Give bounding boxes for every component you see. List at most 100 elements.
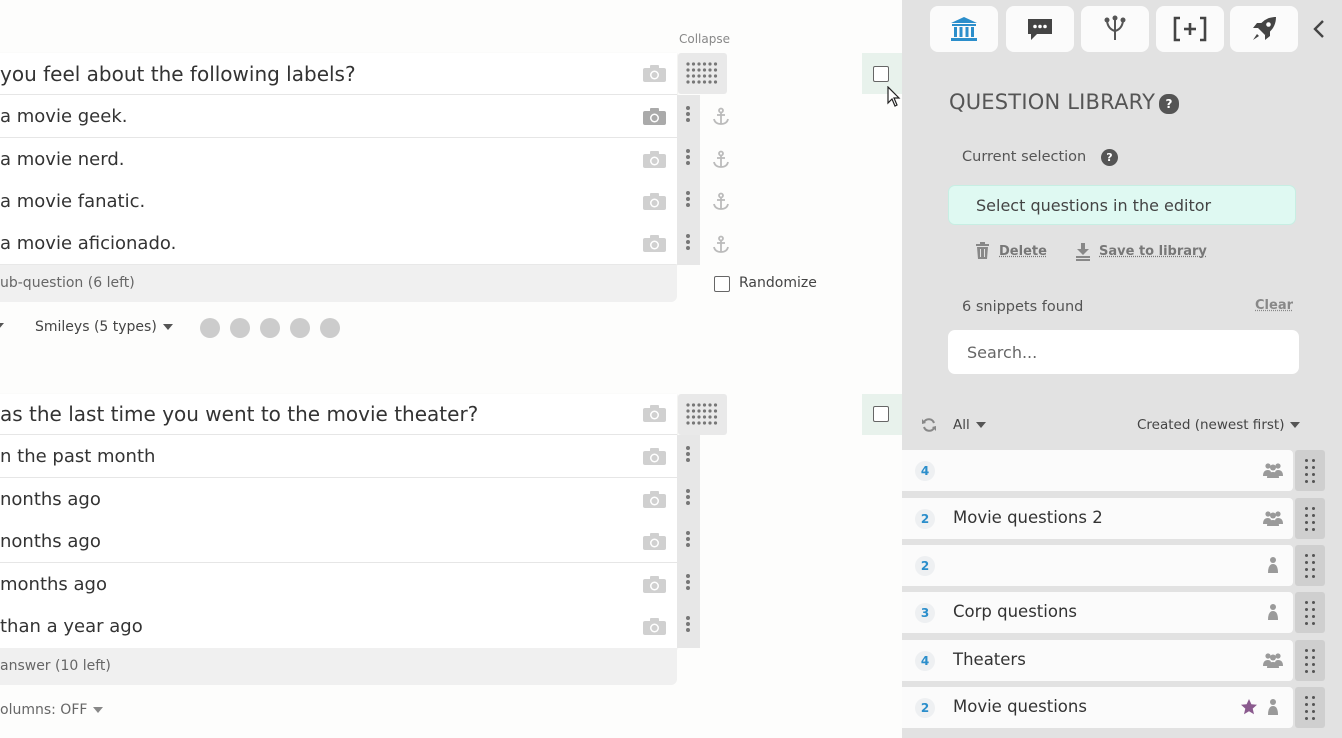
drag-handle-icon[interactable] [1295,450,1325,491]
sort-dropdown[interactable]: Created (newest first) [1137,417,1301,433]
collapse-panel-icon[interactable] [1313,19,1325,39]
drag-handle-icon[interactable] [1295,498,1325,539]
bracket-plus-icon [1173,16,1207,42]
answer-row[interactable]: nonths ago [0,520,677,563]
sub-question-row[interactable]: a movie geek. [0,95,677,138]
tab-piping[interactable] [1156,6,1224,52]
answer-row[interactable]: months ago [0,563,677,606]
sub-question-row[interactable]: a movie nerd. [0,138,677,181]
question-title-row[interactable]: you feel about the following labels? [0,53,677,95]
filter-dropdown[interactable]: All [953,417,986,433]
answer-text[interactable]: than a year ago [0,616,143,637]
question-title[interactable]: as the last time you went to the movie t… [0,402,478,426]
question-select-checkbox[interactable] [873,406,889,422]
snippet-item[interactable]: 3 Corp questions [902,592,1293,633]
camera-icon[interactable] [642,107,667,126]
drag-handle-icon[interactable] [685,487,691,507]
answer-text[interactable]: nonths ago [0,531,101,552]
drag-handle-icon[interactable] [685,147,691,167]
add-sub-question-bar[interactable]: ub-question (6 left) [0,265,677,302]
camera-icon[interactable] [642,575,667,594]
sub-question-text[interactable]: a movie geek. [0,106,127,127]
snippet-item[interactable]: 4 Theaters [902,640,1293,681]
answer-row[interactable]: n the past month [0,435,677,478]
camera-icon[interactable] [642,150,667,169]
question-select-area[interactable] [862,394,902,435]
drag-handle-icon[interactable] [1295,592,1325,633]
tab-library[interactable] [930,6,998,52]
sub-question-text[interactable]: a movie fanatic. [0,191,145,212]
anchor-icon[interactable] [711,235,731,255]
chevron-down-icon [975,422,986,428]
answer-text[interactable]: nonths ago [0,489,101,510]
drag-handle-icon[interactable] [1295,687,1325,728]
question-drag-grid[interactable] [678,394,727,435]
refresh-icon[interactable] [921,417,937,433]
drag-handle-icon[interactable] [685,614,691,634]
save-to-library-button[interactable]: Save to library [1099,244,1207,259]
drag-handle-icon[interactable] [1295,545,1325,586]
drag-handle-icon[interactable] [685,189,691,209]
snippet-item[interactable]: 2 Movie questions [902,687,1293,728]
add-answer-bar[interactable]: answer (10 left) [0,648,677,685]
drag-handle-icon[interactable] [1295,640,1325,681]
help-icon[interactable]: ? [1159,94,1179,114]
grid-dots-icon [686,403,718,425]
question-title[interactable]: you feel about the following labels? [0,62,356,86]
camera-icon[interactable] [642,64,667,83]
tab-logic[interactable] [1081,6,1149,52]
anchor-icon[interactable] [711,192,731,212]
collapse-link[interactable]: Collapse [679,32,730,46]
snippet-name: Movie questions [953,697,1087,716]
answer-text[interactable]: months ago [0,574,107,595]
person-icon [1268,699,1278,715]
drag-handle-icon[interactable] [685,572,691,592]
scale-type-dropdown[interactable]: Smileys (5 types) [35,319,173,335]
chevron-down-icon[interactable] [0,323,4,329]
trash-icon[interactable] [975,242,990,260]
sub-question-row[interactable]: a movie fanatic. [0,180,677,223]
sub-question-text[interactable]: a movie aficionado. [0,233,176,254]
anchor-icon[interactable] [711,107,731,127]
tab-launch[interactable] [1230,6,1298,52]
delete-button[interactable]: Delete [999,244,1047,259]
camera-icon[interactable] [642,532,667,551]
snippet-item[interactable]: 2 [902,545,1293,586]
sub-question-row[interactable]: a movie aficionado. [0,222,677,264]
sub-question-text[interactable]: a movie nerd. [0,149,124,170]
camera-icon[interactable] [642,234,667,253]
add-answer-label[interactable]: answer (10 left) [0,658,111,674]
star-icon[interactable] [1240,698,1258,716]
snippet-count-badge: 2 [915,698,935,718]
help-icon[interactable]: ? [1101,149,1118,166]
columns-dropdown[interactable]: olumns: OFF [0,702,104,718]
snippet-name: Theaters [953,650,1026,669]
drag-handle-icon[interactable] [685,232,691,252]
camera-icon[interactable] [642,192,667,211]
question-title-row[interactable]: as the last time you went to the movie t… [0,394,677,435]
answer-row[interactable]: than a year ago [0,605,677,648]
drag-handle-icon[interactable] [685,444,691,464]
camera-icon[interactable] [642,404,667,423]
save-down-icon[interactable] [1075,243,1091,261]
search-input[interactable] [948,330,1299,374]
add-sub-question-label[interactable]: ub-question (6 left) [0,275,135,291]
snippet-item[interactable]: 2 Movie questions 2 [902,498,1293,539]
drag-handle-icon[interactable] [685,104,691,124]
snippet-item[interactable]: 4 [902,450,1293,491]
anchor-icon[interactable] [711,150,731,170]
drag-handle-icon[interactable] [685,529,691,549]
randomize-checkbox[interactable] [714,276,730,292]
randomize-label[interactable]: Randomize [739,275,817,291]
answer-row[interactable]: nonths ago [0,478,677,521]
group-icon [1263,511,1283,526]
camera-icon[interactable] [642,447,667,466]
answer-text[interactable]: n the past month [0,446,155,467]
camera-icon[interactable] [642,490,667,509]
tab-comments[interactable] [1006,6,1074,52]
camera-icon[interactable] [642,617,667,636]
smiley-very-happy-icon [320,318,340,338]
question-drag-grid[interactable] [678,53,727,94]
clear-button[interactable]: Clear [1255,298,1293,313]
question-select-checkbox[interactable] [873,66,889,82]
